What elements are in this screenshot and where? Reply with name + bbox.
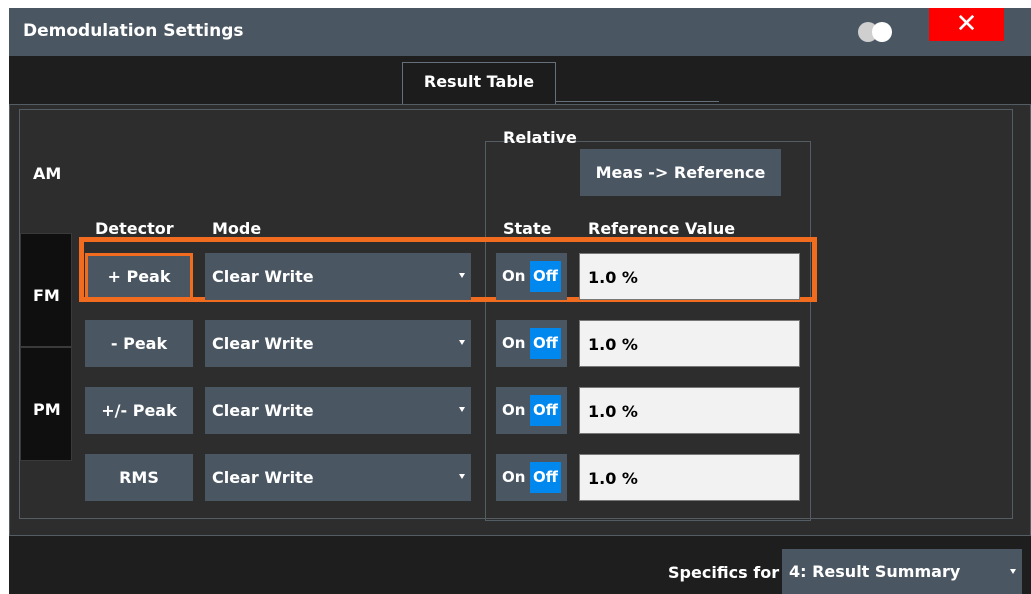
state-on-label: On <box>502 267 526 285</box>
reference-value-input[interactable]: 1.0 % <box>579 454 800 501</box>
detector-button[interactable]: + Peak <box>85 253 193 300</box>
dialog-title: Demodulation Settings <box>23 21 244 41</box>
state-toggle[interactable]: On Off <box>496 253 567 300</box>
state-on-label: On <box>502 468 526 486</box>
mode-column-header: Mode <box>212 219 262 238</box>
chevron-down-icon <box>459 474 465 479</box>
reference-value-input[interactable]: 1.0 % <box>579 320 800 367</box>
chevron-down-icon <box>1010 569 1016 574</box>
state-column-header: State <box>503 219 552 238</box>
side-tab-am[interactable]: AM <box>33 164 61 183</box>
state-toggle[interactable]: On Off <box>496 320 567 367</box>
detector-column-header: Detector <box>95 219 174 238</box>
side-tab-pm-label: PM <box>33 400 61 419</box>
mode-dropdown-value: Clear Write <box>212 468 314 487</box>
tab-result-table[interactable]: Result Table <box>402 62 556 104</box>
reference-value-input[interactable]: 1.0 % <box>579 253 800 300</box>
mode-dropdown[interactable]: Clear Write <box>205 253 471 300</box>
chevron-down-icon <box>459 407 465 412</box>
state-on-label: On <box>502 401 526 419</box>
state-off-label: Off <box>530 395 561 426</box>
title-bar: Demodulation Settings ✕ <box>9 8 1031 56</box>
specifics-dropdown[interactable]: 4: Result Summary <box>782 549 1022 594</box>
side-tab-fm-label: FM <box>33 286 60 305</box>
detector-button[interactable]: RMS <box>85 454 193 501</box>
relative-heading: Relative <box>503 128 577 147</box>
mode-dropdown[interactable]: Clear Write <box>205 387 471 434</box>
state-toggle[interactable]: On Off <box>496 387 567 434</box>
specifics-dropdown-value: 4: Result Summary <box>789 562 961 581</box>
state-on-label: On <box>502 334 526 352</box>
side-tab-fm[interactable]: FM <box>20 233 72 347</box>
close-button[interactable]: ✕ <box>929 8 1004 41</box>
mode-dropdown-value: Clear Write <box>212 401 314 420</box>
side-tab-pm[interactable]: PM <box>20 347 72 461</box>
mode-dropdown[interactable]: Clear Write <box>205 454 471 501</box>
state-toggle[interactable]: On Off <box>496 454 567 501</box>
state-off-label: Off <box>530 328 561 359</box>
specifics-for-label: Specifics for <box>668 563 780 582</box>
chevron-down-icon <box>459 273 465 278</box>
detector-button[interactable]: - Peak <box>85 320 193 367</box>
meas-to-reference-button[interactable]: Meas -> Reference <box>580 149 781 196</box>
mode-dropdown-value: Clear Write <box>212 267 314 286</box>
tab-divider <box>556 101 719 102</box>
state-off-label: Off <box>530 462 561 493</box>
detector-button[interactable]: +/- Peak <box>85 387 193 434</box>
mode-dropdown[interactable]: Clear Write <box>205 320 471 367</box>
reference-value-input[interactable]: 1.0 % <box>579 387 800 434</box>
chevron-down-icon <box>459 340 465 345</box>
reference-value-column-header: Reference Value <box>588 219 736 238</box>
window-mode-toggle-icon[interactable] <box>858 22 894 42</box>
mode-dropdown-value: Clear Write <box>212 334 314 353</box>
state-off-label: Off <box>530 261 561 292</box>
